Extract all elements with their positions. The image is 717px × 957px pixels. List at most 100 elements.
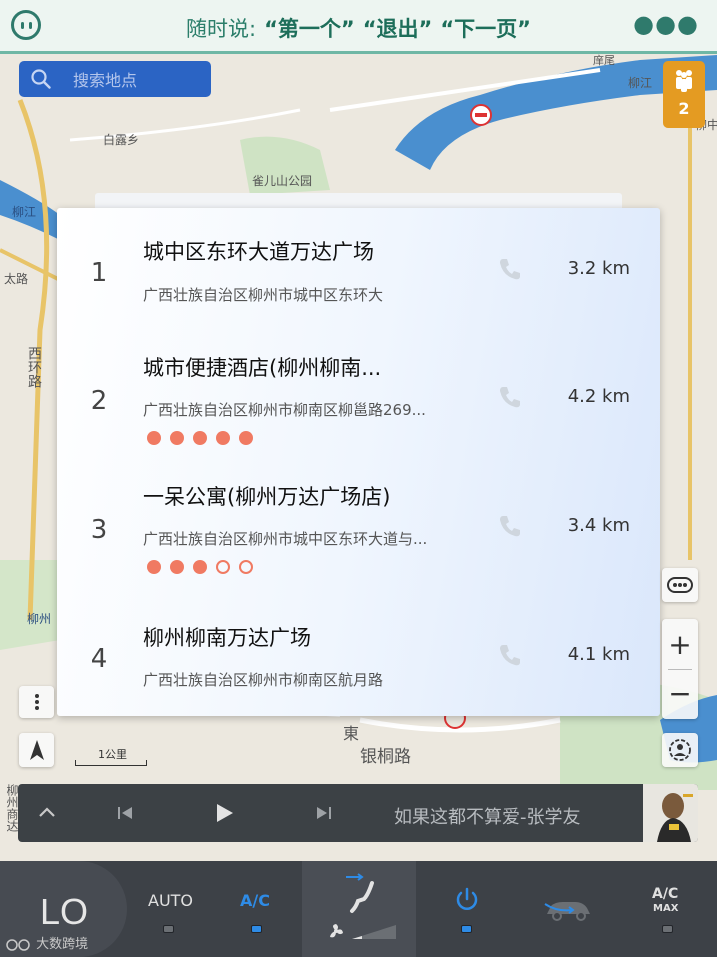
result-address: 广西壮族自治区柳州市城中区东环大 bbox=[143, 286, 384, 304]
traffic-count: 2 bbox=[678, 99, 690, 118]
compass-icon bbox=[29, 740, 44, 760]
voice-hint-bar: 随时说: “第一个” “退出” “下一页” ●●● bbox=[0, 0, 717, 54]
airflow-seat-icon bbox=[346, 873, 374, 913]
result-item-2[interactable]: 2 城市便捷酒店(柳州柳南... 广西壮族自治区柳州市柳南区柳邕路269... … bbox=[57, 336, 660, 456]
rating-dot-empty bbox=[216, 560, 230, 574]
next-track-button[interactable] bbox=[314, 805, 334, 821]
voice-command-first: “第一个” bbox=[264, 17, 355, 41]
phone-icon[interactable] bbox=[497, 256, 523, 282]
search-input[interactable]: 搜索地点 bbox=[19, 61, 211, 97]
map-label-top-right: 庠尾 bbox=[593, 54, 615, 67]
vertical-dots-icon bbox=[34, 694, 39, 710]
watermark-text: 大数跨境 bbox=[36, 937, 89, 952]
map-label-dong: 東 bbox=[343, 724, 360, 743]
album-cover-image bbox=[643, 784, 698, 842]
album-art[interactable] bbox=[643, 784, 698, 842]
watermark: 大数跨境 bbox=[6, 933, 88, 952]
media-player-bar: 如果这都不算爱-张学友 bbox=[18, 784, 698, 842]
chevron-up-icon bbox=[39, 807, 55, 817]
map-label-liuzhou: 柳州 bbox=[27, 612, 52, 626]
power-button[interactable] bbox=[454, 887, 480, 917]
result-name: 城中区东环大道万达广场 bbox=[143, 240, 374, 264]
map-menu-button[interactable] bbox=[19, 686, 54, 718]
previous-icon bbox=[118, 807, 132, 819]
voice-command-exit: “退出” bbox=[362, 17, 433, 41]
rating-dot-filled bbox=[216, 431, 230, 445]
rating-dot-filled bbox=[170, 431, 184, 445]
route-person-icon bbox=[669, 739, 691, 761]
temperature-value: LO bbox=[40, 891, 89, 932]
watermark-logo-icon bbox=[6, 938, 30, 951]
result-address: 广西壮族自治区柳州市城中区东环大道与... bbox=[143, 530, 428, 548]
result-item-3[interactable]: 3 一呆公寓(柳州万达广场店) 广西壮族自治区柳州市城中区东环大道与... 3.… bbox=[57, 465, 660, 585]
map-label-bailu: 白露乡 bbox=[103, 133, 140, 147]
result-index: 1 bbox=[90, 258, 108, 288]
rating-dot-filled bbox=[239, 431, 253, 445]
power-icon bbox=[456, 887, 478, 910]
auto-indicator bbox=[163, 925, 174, 933]
zoom-control: + − bbox=[662, 619, 698, 719]
result-index: 4 bbox=[90, 644, 108, 674]
next-icon bbox=[317, 807, 331, 819]
search-placeholder: 搜索地点 bbox=[73, 71, 138, 90]
previous-track-button[interactable] bbox=[115, 805, 135, 821]
scale-bar bbox=[75, 760, 147, 766]
voice-command-next-page: “下一页” bbox=[440, 17, 531, 41]
result-name: 一呆公寓(柳州万达广场店) bbox=[143, 485, 391, 509]
result-distance: 4.2 km bbox=[567, 386, 630, 407]
power-indicator bbox=[461, 925, 472, 933]
search-results-panel: 1 城中区东环大道万达广场 广西壮族自治区柳州市城中区东环大 3.2 km 2 … bbox=[57, 208, 660, 716]
recirculation-button[interactable] bbox=[543, 896, 593, 926]
route-people-button[interactable] bbox=[662, 733, 698, 767]
zoom-out-button[interactable]: − bbox=[668, 670, 691, 718]
ac-label[interactable]: A/C bbox=[240, 891, 270, 910]
zoom-in-button[interactable]: + bbox=[668, 621, 691, 669]
song-title: 如果这都不算爱-张学友 bbox=[394, 807, 581, 828]
result-name: 柳州柳南万达广场 bbox=[143, 626, 311, 650]
rating-dot-filled bbox=[147, 560, 161, 574]
auto-label[interactable]: AUTO bbox=[148, 891, 193, 910]
more-dots-icon bbox=[667, 577, 693, 593]
rating-dot-filled bbox=[170, 560, 184, 574]
map-label-yintong: 银桐路 bbox=[360, 747, 411, 767]
rating-dot-filled bbox=[193, 431, 207, 445]
play-icon bbox=[217, 804, 233, 822]
climate-control-bar: LO AUTO A/C A/C MAX bbox=[0, 861, 717, 957]
result-distance: 3.4 km bbox=[567, 515, 630, 536]
play-button[interactable] bbox=[213, 802, 235, 824]
phone-icon[interactable] bbox=[497, 513, 523, 539]
map-label-park: 雀儿山公园 bbox=[252, 174, 313, 188]
map-label-river: 柳江 bbox=[12, 205, 37, 219]
voice-hint-text: 随时说: “第一个” “退出” “下一页” bbox=[0, 13, 717, 43]
fan-speed-icon bbox=[330, 924, 396, 939]
result-address: 广西壮族自治区柳州市柳南区航月路 bbox=[143, 671, 384, 689]
rating-stars bbox=[147, 560, 253, 574]
fan-control[interactable] bbox=[302, 861, 416, 957]
result-address: 广西壮族自治区柳州市柳南区柳邕路269... bbox=[143, 401, 426, 419]
search-icon bbox=[31, 69, 51, 89]
result-item-1[interactable]: 1 城中区东环大道万达广场 广西壮族自治区柳州市城中区东环大 3.2 km bbox=[57, 208, 660, 328]
result-name: 城市便捷酒店(柳州柳南... bbox=[143, 356, 382, 380]
map-label-xihuan: 西环路 bbox=[26, 346, 42, 388]
ac-indicator bbox=[251, 925, 262, 933]
traffic-widget[interactable]: 2 bbox=[663, 61, 705, 128]
acmax-label[interactable]: A/C bbox=[652, 886, 678, 902]
acmax-sublabel: MAX bbox=[653, 903, 679, 914]
phone-icon[interactable] bbox=[497, 384, 523, 410]
rating-dot-empty bbox=[239, 560, 253, 574]
result-index: 3 bbox=[90, 515, 108, 545]
more-map-options-button[interactable] bbox=[662, 568, 698, 602]
more-options-icon[interactable]: ●●● bbox=[633, 10, 699, 38]
result-item-4[interactable]: 4 柳州柳南万达广场 广西壮族自治区柳州市柳南区航月路 4.1 km bbox=[57, 594, 660, 714]
map-label-road: 太路 bbox=[4, 272, 29, 286]
result-index: 2 bbox=[90, 386, 108, 416]
compass-button[interactable] bbox=[19, 733, 54, 767]
expand-player-button[interactable] bbox=[18, 784, 76, 842]
rating-dot-filled bbox=[147, 431, 161, 445]
phone-icon[interactable] bbox=[497, 642, 523, 668]
people-icon bbox=[676, 70, 692, 92]
rating-dot-filled bbox=[193, 560, 207, 574]
acmax-indicator bbox=[662, 925, 673, 933]
result-distance: 3.2 km bbox=[567, 258, 630, 279]
result-distance: 4.1 km bbox=[567, 644, 630, 665]
